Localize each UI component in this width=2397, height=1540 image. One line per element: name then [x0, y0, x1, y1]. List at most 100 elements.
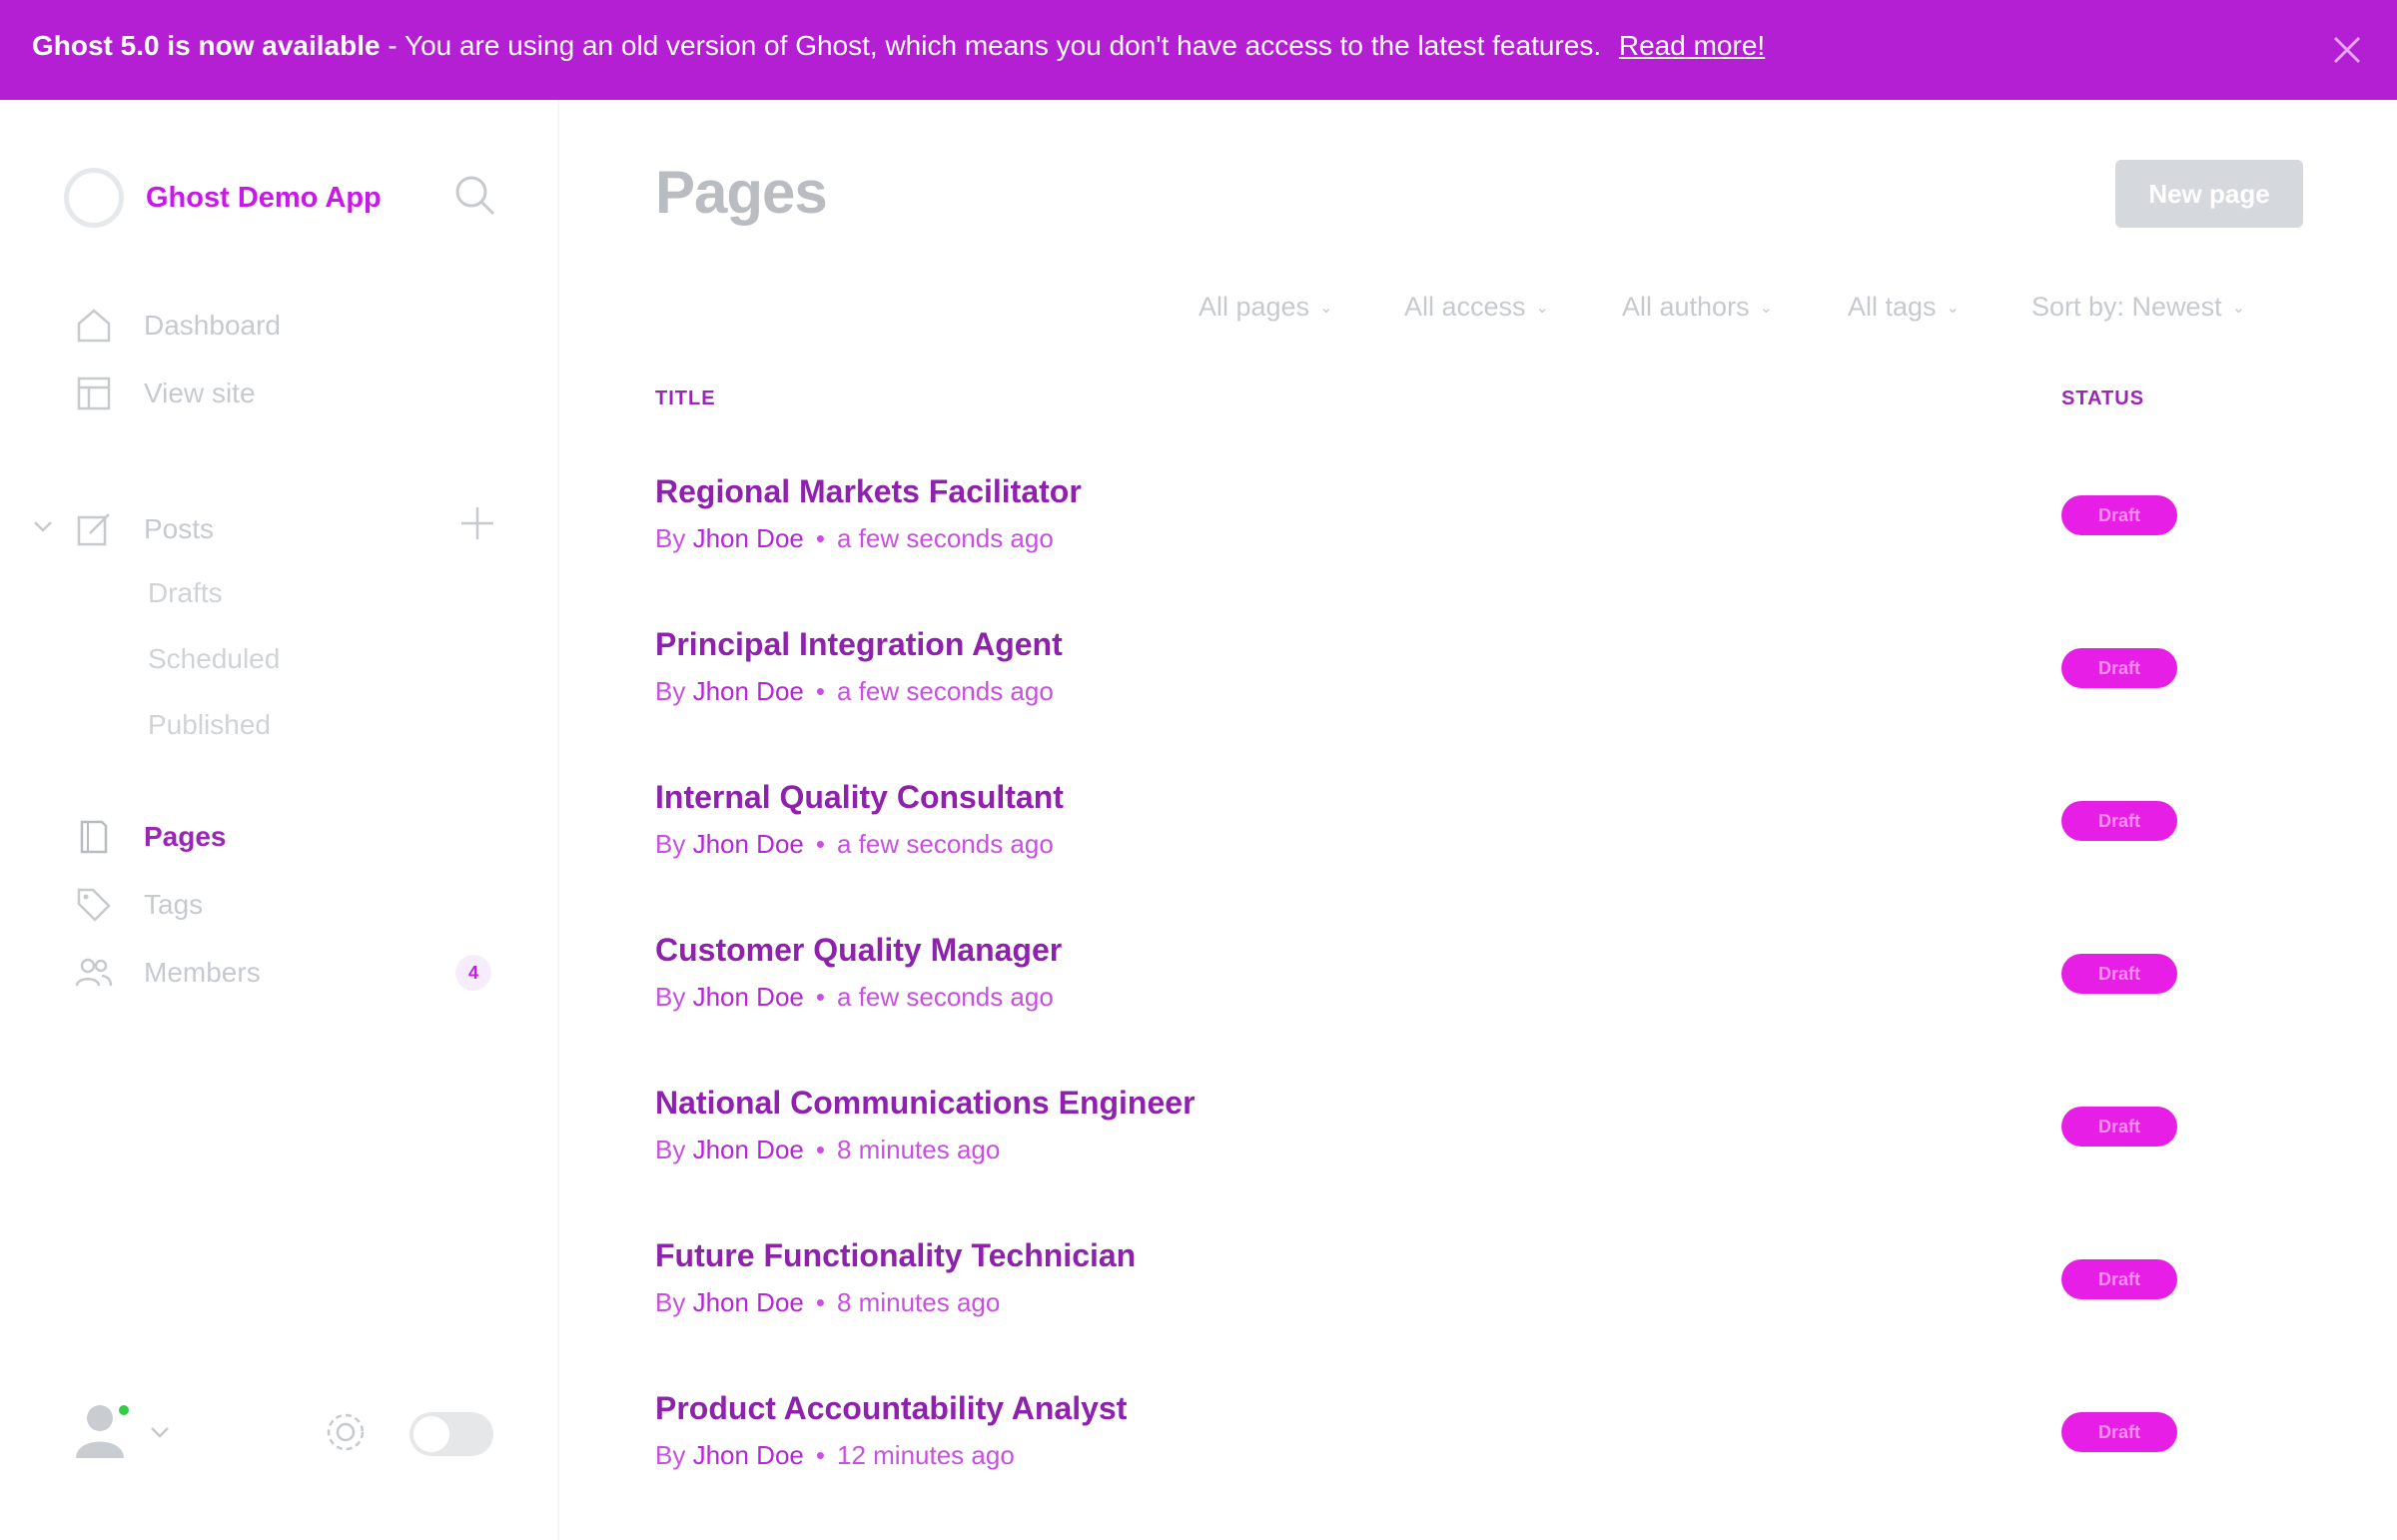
column-header-title: TITLE — [655, 387, 716, 409]
page-title-link[interactable]: Regional Markets Facilitator — [655, 473, 1082, 510]
timestamp: a few seconds ago — [837, 829, 1054, 859]
page-meta: By Jhon Doe • a few seconds ago — [655, 982, 1054, 1013]
sidebar-item-drafts[interactable]: Drafts — [148, 577, 223, 609]
meta-by: By — [655, 523, 686, 553]
page-meta: By Jhon Doe • 12 minutes ago — [655, 1440, 1015, 1471]
meta-separator: • — [815, 676, 825, 706]
chevron-down-icon: ⌄ — [1946, 299, 1960, 317]
table-row[interactable]: Regional Markets Facilitator By Jhon Doe… — [655, 473, 2333, 623]
filter-label: All pages — [1198, 292, 1310, 322]
page-meta: By Jhon Doe • a few seconds ago — [655, 523, 1054, 554]
close-icon — [2333, 36, 2361, 64]
status-badge: Draft — [2061, 1107, 2177, 1147]
table-row[interactable]: Principal Integration Agent By Jhon Doe •… — [655, 626, 2333, 776]
author-name: Jhon Doe — [692, 1287, 804, 1317]
table-row[interactable]: Product Accountability Analyst By Jhon D… — [655, 1390, 2333, 1540]
page-title: Pages — [655, 159, 828, 226]
table-row[interactable]: Future Functionality Technician By Jhon … — [655, 1237, 2333, 1387]
banner-message: - You are using an old version of Ghost,… — [388, 30, 1602, 61]
banner-lead: Ghost 5.0 is now available — [32, 30, 381, 61]
chevron-down-icon: ⌄ — [1759, 299, 1773, 317]
new-post-button[interactable] — [455, 501, 499, 545]
status-badge: Draft — [2061, 954, 2177, 994]
author-name: Jhon Doe — [692, 676, 804, 706]
meta-separator: • — [815, 982, 825, 1012]
filter-tags[interactable]: All tags ⌄ — [1848, 292, 1960, 323]
page-title-link[interactable]: Customer Quality Manager — [655, 932, 1062, 969]
sidebar: Ghost Demo App Dashboard View site Posts — [0, 100, 559, 1540]
status-badge: Draft — [2061, 801, 2177, 841]
posts-collapse-toggle[interactable] — [30, 513, 56, 539]
sidebar-item-tags[interactable]: Tags — [74, 881, 203, 929]
page-icon — [80, 820, 108, 854]
dark-mode-toggle[interactable] — [409, 1412, 493, 1456]
sort-dropdown[interactable]: Sort by: Newest ⌄ — [2031, 292, 2245, 323]
chevron-down-icon — [151, 1427, 169, 1438]
site-brand[interactable]: Ghost Demo App — [64, 166, 382, 230]
filter-label: All tags — [1848, 292, 1937, 322]
sidebar-item-pages[interactable]: Pages — [74, 813, 227, 861]
filter-authors[interactable]: All authors ⌄ — [1622, 292, 1773, 323]
status-badge: Draft — [2061, 648, 2177, 688]
page-title-link[interactable]: Principal Integration Agent — [655, 626, 1063, 663]
meta-separator: • — [815, 829, 825, 859]
author-name: Jhon Doe — [692, 1135, 804, 1164]
author-name: Jhon Doe — [692, 523, 804, 553]
sidebar-item-scheduled[interactable]: Scheduled — [148, 643, 280, 675]
search-icon — [455, 176, 495, 216]
meta-by: By — [655, 829, 686, 859]
status-badge: Draft — [2061, 1259, 2177, 1299]
chevron-down-icon: ⌄ — [2231, 299, 2245, 317]
home-icon — [77, 309, 111, 343]
meta-by: By — [655, 676, 686, 706]
sidebar-item-label: Dashboard — [144, 310, 281, 341]
site-logo — [64, 168, 124, 228]
banner-read-more-link[interactable]: Read more! — [1619, 30, 1765, 61]
timestamp: 8 minutes ago — [837, 1135, 1001, 1164]
chevron-down-icon — [34, 521, 52, 532]
sidebar-item-view-site[interactable]: View site — [74, 370, 256, 417]
status-badge: Draft — [2061, 495, 2177, 535]
sidebar-item-posts[interactable]: Posts — [74, 505, 214, 553]
toggle-knob — [413, 1416, 449, 1452]
column-header-status: STATUS — [2061, 387, 2145, 409]
table-row[interactable]: Customer Quality Manager By Jhon Doe • a f… — [655, 932, 2333, 1082]
timestamp: 12 minutes ago — [837, 1440, 1015, 1470]
new-page-button[interactable]: New page — [2115, 160, 2303, 228]
meta-separator: • — [815, 523, 825, 553]
filter-label: All access — [1404, 292, 1526, 322]
user-menu-toggle[interactable] — [146, 1418, 174, 1446]
sidebar-item-label: Posts — [144, 513, 215, 544]
meta-by: By — [655, 982, 686, 1012]
filter-label: All authors — [1622, 292, 1750, 322]
sidebar-item-published[interactable]: Published — [148, 709, 271, 741]
settings-button[interactable] — [322, 1408, 370, 1456]
plus-icon — [461, 507, 493, 539]
filter-label: Sort by: Newest — [2031, 292, 2222, 322]
page-title-link[interactable]: Product Accountability Analyst — [655, 1390, 1127, 1427]
page-meta: By Jhon Doe • 8 minutes ago — [655, 1135, 1000, 1165]
page-title-link[interactable]: Future Functionality Technician — [655, 1237, 1136, 1274]
search-button[interactable] — [451, 172, 499, 220]
online-status-dot — [116, 1402, 132, 1418]
meta-separator: • — [815, 1135, 825, 1164]
author-name: Jhon Doe — [692, 1440, 804, 1470]
close-banner-button[interactable] — [2325, 28, 2369, 72]
banner-text: Ghost 5.0 is now available - You are usi… — [32, 30, 1765, 62]
page-title-link[interactable]: National Communications Engineer — [655, 1085, 1196, 1122]
chevron-down-icon: ⌄ — [1535, 299, 1549, 317]
page-title-link[interactable]: Internal Quality Consultant — [655, 779, 1064, 816]
meta-by: By — [655, 1287, 686, 1317]
table-row[interactable]: Internal Quality Consultant By Jhon Doe •… — [655, 779, 2333, 929]
sidebar-item-members[interactable]: Members — [74, 949, 261, 997]
update-banner: Ghost 5.0 is now available - You are usi… — [0, 0, 2397, 100]
sidebar-item-dashboard[interactable]: Dashboard — [74, 302, 281, 350]
layout-icon — [77, 377, 111, 410]
gear-icon — [327, 1413, 365, 1451]
sidebar-item-label: View site — [144, 378, 256, 408]
filter-access[interactable]: All access ⌄ — [1404, 292, 1549, 323]
author-name: Jhon Doe — [692, 829, 804, 859]
site-name: Ghost Demo App — [146, 181, 382, 214]
filter-all-pages[interactable]: All pages ⌄ — [1198, 292, 1332, 323]
table-row[interactable]: National Communications Engineer By Jhon… — [655, 1085, 2333, 1234]
